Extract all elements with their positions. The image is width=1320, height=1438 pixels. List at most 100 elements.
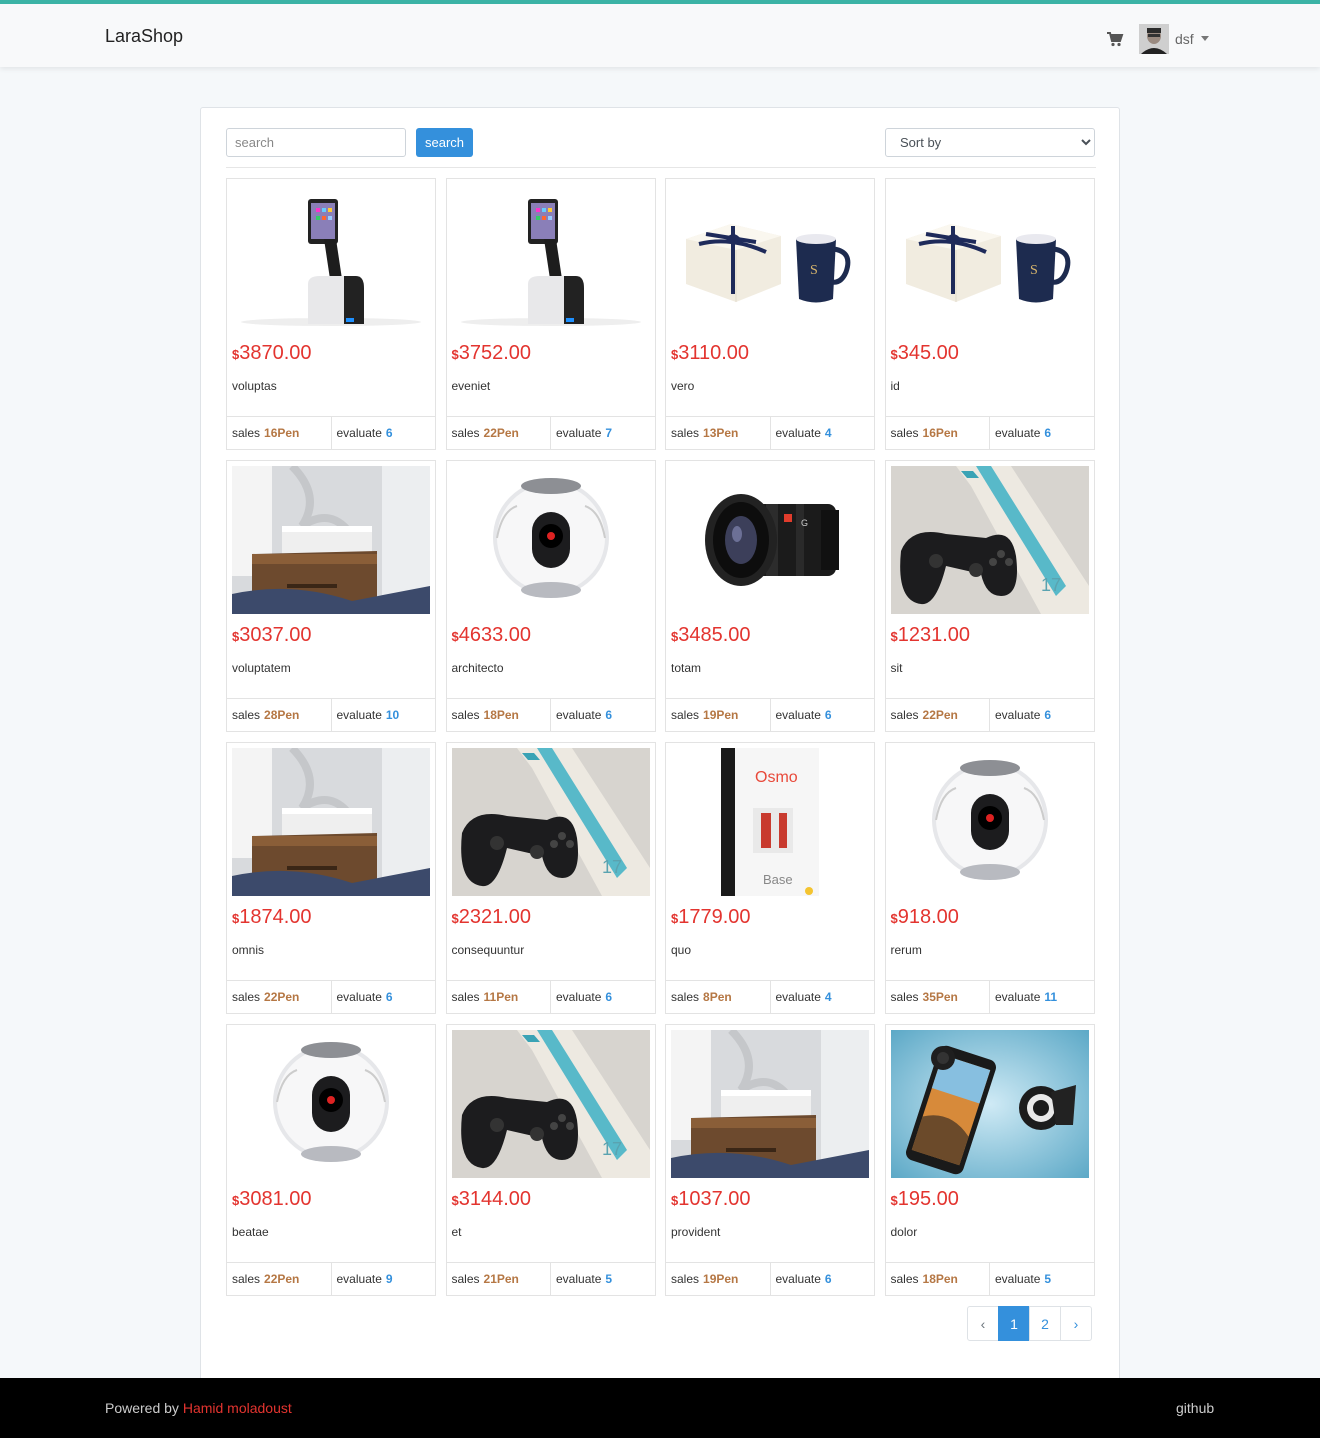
product-price: $3081.00 (232, 1188, 312, 1211)
product-title[interactable]: omnis (232, 943, 264, 957)
avatar (1139, 23, 1169, 54)
product-card[interactable]: 17 $3144.00 et sales 21Pen evaluate 5 (445, 1024, 656, 1296)
pagination: ‹ 1 2 › (967, 1306, 1092, 1341)
product-card[interactable]: $3752.00 eveniet sales 22Pen evaluate 7 (445, 178, 656, 450)
product-card[interactable]: S $345.00 id sales 16Pen evaluate 6 (884, 178, 1095, 450)
search-button[interactable]: search (416, 128, 473, 157)
product-stats: sales 22Pen evaluate 6 (227, 980, 435, 1013)
product-image[interactable]: Osmo Base (671, 748, 869, 896)
product-title[interactable]: totam (671, 661, 701, 675)
pagination-next[interactable]: › (1060, 1306, 1092, 1341)
product-stats: sales 19Pen evaluate 6 (666, 698, 874, 731)
product-stats: sales 19Pen evaluate 6 (666, 1262, 874, 1295)
sort-select[interactable]: Sort by (885, 128, 1095, 157)
product-card[interactable]: $1874.00 omnis sales 22Pen evaluate 6 (226, 742, 436, 1014)
product-image[interactable]: G (671, 466, 869, 614)
pagination-page-2[interactable]: 2 (1029, 1306, 1061, 1341)
user-dropdown[interactable]: dsf (1139, 23, 1209, 54)
pagination-page-1[interactable]: 1 (998, 1306, 1030, 1341)
product-card[interactable]: $195.00 dolor sales 18Pen evaluate 5 (884, 1024, 1095, 1296)
product-title[interactable]: voluptas (232, 379, 277, 393)
product-stats: sales 22Pen evaluate 9 (227, 1262, 435, 1295)
product-title[interactable]: consequuntur (452, 943, 525, 957)
product-title[interactable]: voluptatem (232, 661, 291, 675)
product-image[interactable] (451, 466, 650, 614)
product-image[interactable] (232, 1030, 430, 1178)
product-stats: sales 28Pen evaluate 10 (227, 698, 435, 731)
sales-cell: sales 22Pen (227, 1263, 331, 1295)
product-title[interactable]: rerum (891, 943, 922, 957)
sales-value: 22Pen (264, 1272, 300, 1286)
sales-label: sales (671, 990, 700, 1004)
product-title[interactable]: eveniet (452, 379, 491, 393)
product-title[interactable]: sit (891, 661, 903, 675)
product-image[interactable] (232, 184, 430, 332)
product-price: $1874.00 (232, 906, 312, 929)
product-card[interactable]: $3037.00 voluptatem sales 28Pen evaluate 1… (226, 460, 436, 732)
product-image[interactable] (671, 1030, 869, 1178)
author-link[interactable]: Hamid moladoust (183, 1400, 292, 1416)
product-card[interactable]: 17 $1231.00 sit sales 22Pen evaluate 6 (884, 460, 1095, 732)
product-image[interactable]: S (890, 184, 1089, 332)
evaluate-label: evaluate (995, 426, 1041, 440)
product-image[interactable] (890, 748, 1089, 896)
price-value: 1874.00 (239, 906, 312, 928)
github-link[interactable]: github (1176, 1400, 1214, 1416)
sales-cell: sales 16Pen (886, 417, 990, 449)
product-title[interactable]: id (891, 379, 900, 393)
search-input[interactable] (226, 128, 406, 157)
product-card[interactable]: $1037.00 provident sales 19Pen evaluate 6 (665, 1024, 875, 1296)
pagination-prev[interactable]: ‹ (967, 1306, 999, 1341)
price-value: 3485.00 (678, 624, 751, 646)
evaluate-value: 6 (605, 708, 613, 722)
evaluate-label: evaluate (995, 708, 1041, 722)
product-image[interactable] (232, 748, 430, 896)
cart-icon[interactable] (1106, 30, 1124, 48)
product-title[interactable]: architecto (452, 661, 504, 675)
product-card[interactable]: 17 $2321.00 consequuntur sales 11Pen eval… (445, 742, 656, 1014)
product-card[interactable]: $918.00 rerum sales 35Pen evaluate 11 (884, 742, 1095, 1014)
product-image[interactable]: S (671, 184, 869, 332)
evaluate-cell: evaluate 6 (330, 981, 436, 1013)
price-value: 3144.00 (458, 1188, 532, 1210)
sales-label: sales (890, 426, 919, 440)
price-value: 195.00 (897, 1188, 959, 1210)
divider (226, 167, 1096, 168)
sales-value: 16Pen (264, 426, 300, 440)
evaluate-cell: evaluate 6 (550, 699, 655, 731)
svg-text:17: 17 (602, 857, 622, 877)
currency-symbol: $ (890, 347, 898, 362)
product-image[interactable] (451, 184, 650, 332)
product-title[interactable]: et (452, 1225, 462, 1239)
product-title[interactable]: beatae (232, 1225, 269, 1239)
evaluate-cell: evaluate 4 (769, 981, 875, 1013)
product-card[interactable]: S $3110.00 vero sales 13Pen evaluate 4 (665, 178, 875, 450)
product-card[interactable]: Osmo Base $1779.00 quo sales 8Pen evaluat… (665, 742, 875, 1014)
product-card[interactable]: G $3485.00 totam sales 19Pen evaluate 6 (665, 460, 875, 732)
product-image[interactable]: 17 (451, 748, 650, 896)
product-title[interactable]: quo (671, 943, 691, 957)
sales-cell: sales 19Pen (666, 1263, 770, 1295)
product-card[interactable]: $3870.00 voluptas sales 16Pen evaluate 6 (226, 178, 436, 450)
evaluate-label: evaluate (556, 708, 602, 722)
product-stats: sales 22Pen evaluate 7 (446, 416, 655, 449)
product-stats: sales 21Pen evaluate 5 (446, 1262, 655, 1295)
product-card[interactable]: $3081.00 beatae sales 22Pen evaluate 9 (226, 1024, 436, 1296)
price-value: 3081.00 (239, 1188, 312, 1210)
product-image[interactable]: 17 (451, 1030, 650, 1178)
product-title[interactable]: provident (671, 1225, 720, 1239)
sales-value: 22Pen (483, 426, 519, 440)
product-title[interactable]: vero (671, 379, 694, 393)
sales-label: sales (890, 708, 919, 722)
brand-logo[interactable]: LaraShop (105, 26, 183, 47)
evaluate-cell: evaluate 6 (550, 981, 655, 1013)
product-image[interactable] (232, 466, 430, 614)
product-image[interactable]: 17 (890, 466, 1089, 614)
evaluate-value: 6 (824, 1272, 832, 1286)
evaluate-label: evaluate (556, 990, 602, 1004)
product-title[interactable]: dolor (891, 1225, 918, 1239)
evaluate-cell: evaluate 6 (989, 699, 1094, 731)
product-card[interactable]: $4633.00 architecto sales 18Pen evaluate 6 (445, 460, 656, 732)
evaluate-value: 5 (605, 1272, 613, 1286)
product-image[interactable] (890, 1030, 1089, 1178)
